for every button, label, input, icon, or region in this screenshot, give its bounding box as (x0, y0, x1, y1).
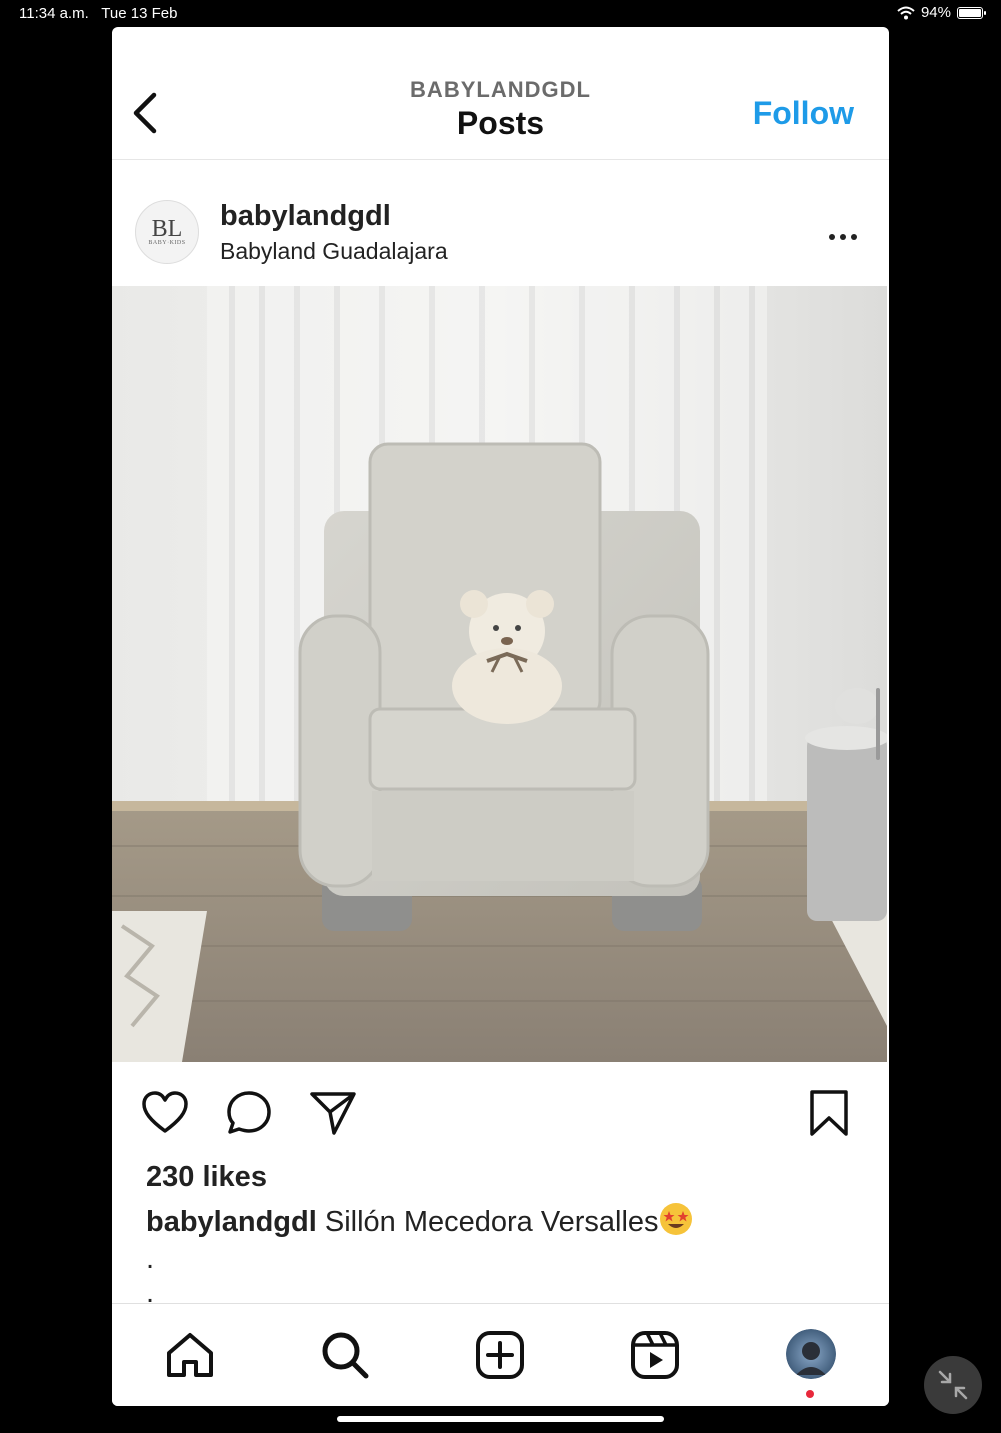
collapse-arrows-icon (938, 1370, 968, 1400)
post-image[interactable] (112, 286, 887, 1062)
share-icon[interactable] (308, 1088, 358, 1138)
home-icon[interactable] (164, 1329, 216, 1381)
app-window: BABYLANDGDL Posts Follow BL BABY·KIDS ba… (112, 27, 889, 1406)
wifi-icon (897, 6, 915, 19)
post-caption: babylandgdl Sillón Mecedora Versalles (146, 1202, 693, 1239)
more-options-icon[interactable] (827, 222, 859, 252)
status-time-date: 11:34 a.m. Tue 13 Feb (19, 5, 177, 22)
minimize-window-button[interactable] (924, 1356, 982, 1414)
reels-icon[interactable] (629, 1329, 681, 1381)
post-header: BL BABY·KIDS babylandgdl Babyland Guadal… (112, 160, 889, 286)
likes-count[interactable]: 230 likes (146, 1161, 267, 1194)
status-right: 94% (897, 4, 986, 21)
post-username[interactable]: babylandgdl (220, 200, 391, 233)
home-indicator[interactable] (337, 1416, 664, 1422)
caption-username[interactable]: babylandgdl (146, 1206, 317, 1238)
caption-text: Sillón Mecedora Versalles (324, 1206, 659, 1238)
battery-percent: 94% (920, 4, 951, 21)
notification-dot (806, 1390, 814, 1398)
profile-tab-avatar[interactable] (786, 1329, 836, 1379)
caption-line: . (146, 1243, 155, 1275)
battery-icon (957, 6, 986, 19)
scrollbar[interactable] (876, 688, 880, 760)
profile-photo-icon (786, 1329, 836, 1379)
avatar-logo-monogram: BL (151, 216, 183, 242)
top-nav: BABYLANDGDL Posts Follow (112, 27, 889, 160)
star-struck-emoji-icon (659, 1203, 692, 1235)
bookmark-icon[interactable] (804, 1088, 854, 1138)
profile-avatar[interactable]: BL BABY·KIDS (135, 200, 199, 264)
post-actions (112, 1062, 889, 1162)
status-date: Tue 13 Feb (101, 5, 178, 22)
follow-button[interactable]: Follow (753, 95, 854, 132)
search-icon[interactable] (319, 1329, 371, 1381)
create-post-icon[interactable] (474, 1329, 526, 1381)
comment-icon[interactable] (224, 1088, 274, 1138)
bottom-tab-bar (112, 1303, 889, 1406)
status-time: 11:34 a.m. (19, 5, 89, 22)
status-bar: 11:34 a.m. Tue 13 Feb 94% (0, 0, 1001, 28)
avatar-logo-sub: BABY·KIDS (148, 240, 186, 246)
heart-icon[interactable] (140, 1088, 190, 1138)
post-display-name: Babyland Guadalajara (220, 238, 448, 264)
